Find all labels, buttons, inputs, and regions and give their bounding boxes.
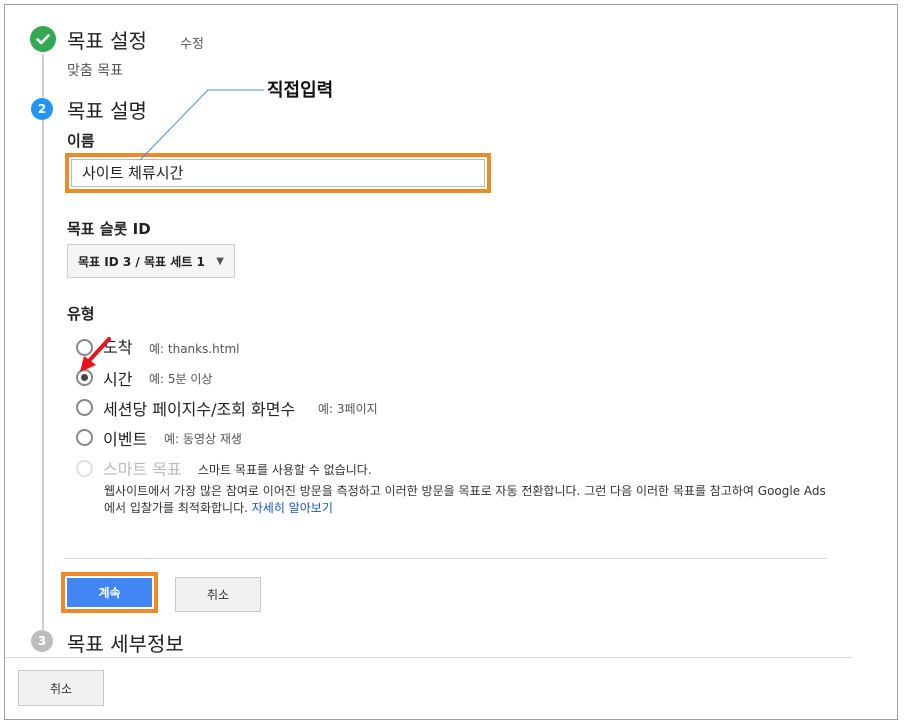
step1-edit-link[interactable]: 수정 — [180, 33, 204, 52]
step3-title: 목표 세부정보 — [67, 632, 184, 656]
bottom-divider — [5, 657, 853, 658]
option-event-label: 이벤트 — [103, 430, 148, 449]
radio-destination[interactable] — [76, 339, 93, 356]
continue-button-highlight: 계속 — [61, 572, 158, 613]
option-pages-example: 예: 3페이지 — [318, 402, 378, 416]
slot-id-select[interactable]: 목표 ID 3 / 목표 세트 1 ▼ — [67, 244, 235, 278]
step3-number-badge: 3 — [31, 630, 53, 652]
step2-title: 목표 설명 — [67, 99, 147, 123]
slot-id-select-value: 목표 ID 3 / 목표 세트 1 — [78, 254, 205, 269]
type-label: 유형 — [67, 305, 95, 323]
option-smart-label: 스마트 목표 — [103, 460, 182, 479]
bottom-cancel-button[interactable]: 취소 — [18, 670, 104, 706]
smart-goal-description: 웹사이트에서 가장 많은 참여로 이어진 방문을 측정하고 이러한 방문을 목표… — [104, 483, 834, 517]
radio-smart-goal — [76, 460, 93, 477]
divider — [65, 558, 827, 559]
radio-duration[interactable] — [76, 369, 93, 386]
check-icon — [30, 26, 56, 52]
option-duration-label: 시간 — [103, 370, 133, 389]
name-input[interactable]: 사이트 체류시간 — [71, 159, 485, 187]
annotation-label: 직접입력 — [267, 80, 334, 101]
caret-down-icon: ▼ — [216, 256, 224, 267]
option-destination-example: 예: thanks.html — [149, 342, 240, 356]
learn-more-link[interactable]: 자세히 알아보기 — [252, 501, 333, 515]
step-connector-line — [42, 54, 44, 630]
slot-id-label: 목표 슬롯 ID — [67, 220, 151, 238]
step1-title: 목표 설정 — [67, 29, 147, 53]
radio-event[interactable] — [76, 429, 93, 446]
smart-desc-text: 웹사이트에서 가장 많은 참여로 이어진 방문을 측정하고 이러한 방문을 목표… — [104, 484, 826, 515]
step1-summary: 맞춤 목표 — [67, 63, 123, 79]
option-smart-unavailable: 스마트 목표를 사용할 수 없습니다. — [198, 463, 372, 477]
cancel-button[interactable]: 취소 — [175, 577, 261, 612]
option-destination-label: 도착 — [103, 338, 133, 357]
radio-pages-per-session[interactable] — [76, 399, 93, 416]
option-event-example: 예: 동영상 재생 — [164, 432, 242, 446]
name-label: 이름 — [67, 132, 95, 150]
step2-number-badge: 2 — [31, 98, 53, 120]
continue-button[interactable]: 계속 — [67, 578, 152, 607]
option-pages-label: 세션당 페이지수/조회 화면수 — [103, 400, 296, 419]
option-duration-example: 예: 5분 이상 — [149, 372, 213, 386]
name-input-highlight: 사이트 체류시간 — [65, 153, 491, 193]
